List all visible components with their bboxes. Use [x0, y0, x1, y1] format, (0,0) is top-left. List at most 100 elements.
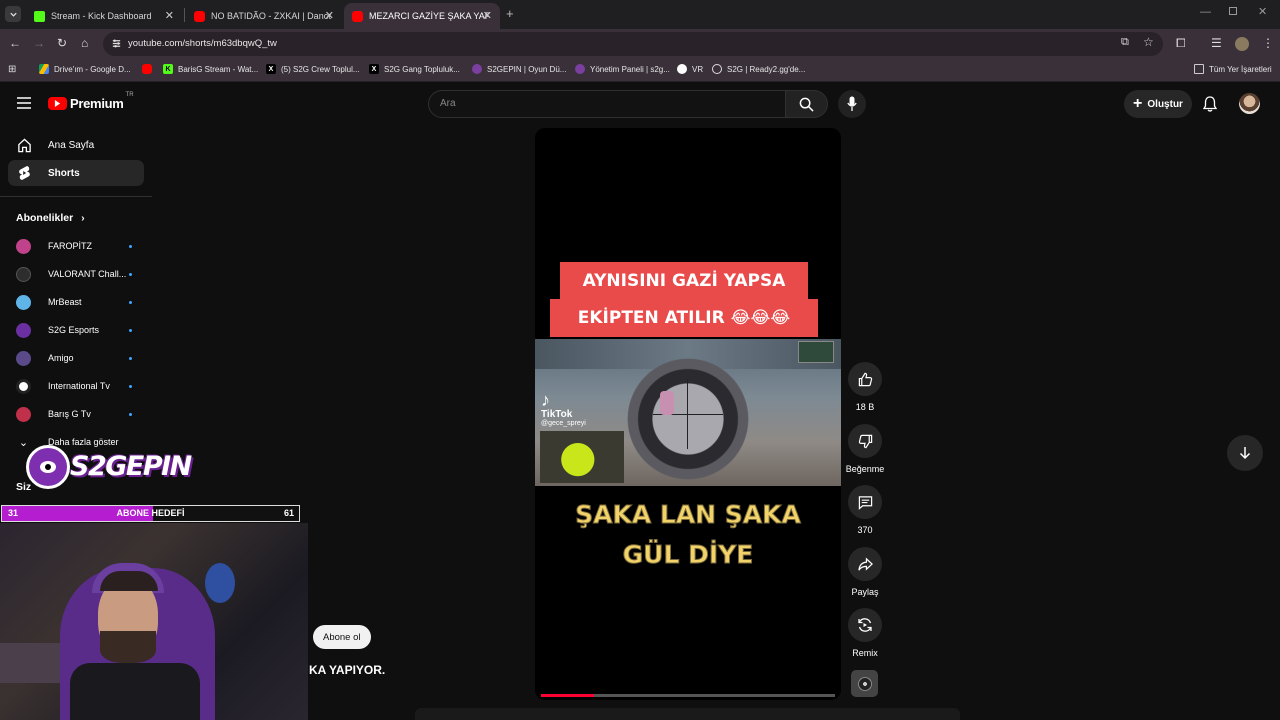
remix-icon: [848, 608, 882, 642]
reading-list-icon[interactable]: ☰: [1211, 36, 1222, 50]
next-short-button[interactable]: [1227, 435, 1263, 471]
video-progress-track[interactable]: [541, 694, 835, 697]
youtube-icon: [194, 10, 205, 22]
drive-icon: [39, 64, 49, 74]
minimize-icon[interactable]: —: [1200, 6, 1211, 18]
facecam-inset: [540, 431, 624, 483]
bookmark-drive[interactable]: Drive'ım - Google D...: [39, 64, 131, 74]
new-tab-button[interactable]: +: [506, 6, 514, 21]
vr-icon: [677, 64, 687, 74]
close-window-icon[interactable]: ✕: [1258, 5, 1267, 18]
bookmark-s2gepin[interactable]: S2GEPIN | Oyun Dü...: [472, 64, 566, 74]
s2g-icon: [575, 64, 585, 74]
back-icon[interactable]: ←: [9, 36, 21, 50]
home-browser-icon[interactable]: ⌂: [81, 36, 88, 50]
channel-avatar: [16, 350, 31, 366]
short-title: KA YAPIYOR.: [309, 663, 386, 677]
sidebar-sub-baris-g-tv[interactable]: Barış G Tv: [16, 404, 136, 424]
site-info-icon[interactable]: [111, 38, 122, 49]
close-icon[interactable]: ✕: [325, 9, 334, 22]
browser-tab-bar: Stream - Kick Dashboard ✕ NO BATIDÃO - Z…: [0, 0, 1280, 29]
create-button[interactable]: + Oluştur: [1124, 90, 1192, 118]
comments-button[interactable]: 370: [848, 485, 882, 535]
webcam-beard: [100, 631, 156, 663]
audio-track-thumbnail[interactable]: [851, 670, 878, 697]
reload-icon[interactable]: ↻: [57, 36, 67, 50]
bookmark-yonetim-paneli[interactable]: Yönetim Paneli | s2g...: [575, 64, 670, 74]
like-button[interactable]: 18 B: [848, 362, 882, 412]
tab-kick-dashboard[interactable]: Stream - Kick Dashboard ✕: [26, 3, 182, 29]
restore-icon[interactable]: [1229, 7, 1237, 15]
share-button[interactable]: Paylaş: [848, 547, 882, 597]
dislike-button[interactable]: Beğenme: [843, 424, 887, 474]
url-text: youtube.com/shorts/m63dbqwQ_tw: [128, 38, 277, 49]
bookmark-s2g-crew[interactable]: X (5) S2G Crew Toplul...: [266, 64, 360, 74]
voice-search-button[interactable]: [838, 90, 866, 118]
subscribe-button[interactable]: Abone ol: [313, 625, 371, 649]
notifications-bell-icon[interactable]: [1203, 96, 1217, 112]
bookmark-s2g-gang[interactable]: X S2G Gang Topluluk...: [369, 64, 460, 74]
apps-grid-icon[interactable]: ⊞: [8, 64, 16, 75]
subscriptions-header[interactable]: Abonelikler ›: [16, 212, 85, 224]
youtube-logo[interactable]: Premium TR: [48, 92, 134, 111]
s2g-icon: [472, 64, 482, 74]
account-avatar[interactable]: [1239, 93, 1260, 114]
extensions-icon[interactable]: ⧠: [1176, 36, 1186, 51]
channel-avatar: [16, 378, 31, 394]
channel-avatar: [16, 238, 31, 254]
bookmark-ready2gg[interactable]: S2G | Ready2.gg'de...: [712, 64, 805, 74]
bookmark-star-icon[interactable]: ☆: [1143, 35, 1154, 49]
search-button[interactable]: [786, 90, 828, 118]
comment-icon: [848, 485, 882, 519]
sidebar-sub-amigo[interactable]: Amigo: [16, 348, 136, 368]
sidebar-item-home[interactable]: Ana Sayfa: [8, 132, 144, 158]
youtube-header: Premium TR Ara + Oluştur: [0, 84, 1280, 124]
home-icon: [16, 137, 32, 153]
sidebar-sub-mrbeast[interactable]: MrBeast: [16, 292, 136, 312]
subscriber-goal-bar: 31 ABONE HEDEFİ 61: [1, 505, 300, 522]
search-input[interactable]: Ara: [428, 90, 786, 118]
bookmark-barisg-stream[interactable]: K BarisG Stream - Wat...: [163, 64, 258, 74]
sidebar-sub-faropitz[interactable]: FAROPİTZ: [16, 236, 136, 256]
webcam-light: [205, 563, 235, 603]
s2gepin-emblem-icon: [26, 445, 70, 489]
new-content-dot: [129, 272, 132, 276]
tab-search-button[interactable]: [5, 6, 21, 22]
scope-reticle: [608, 354, 768, 484]
webcam-shirt: [70, 663, 200, 720]
sidebar-sub-s2g-esports[interactable]: S2G Esports: [16, 320, 136, 340]
address-bar[interactable]: youtube.com/shorts/m63dbqwQ_tw ⧉ ☆: [103, 32, 1163, 56]
bookmark-vr[interactable]: VR: [677, 64, 703, 74]
all-bookmarks-button[interactable]: Tüm Yer İşaretleri: [1194, 64, 1272, 74]
streamer-webcam: [0, 523, 308, 720]
tiktok-icon: ♪: [541, 390, 550, 410]
forward-icon[interactable]: →: [33, 36, 45, 50]
sidebar-sub-international-tv[interactable]: International Tv: [16, 376, 136, 396]
channel-avatar: [16, 406, 31, 422]
channel-avatar: [16, 266, 31, 282]
close-icon[interactable]: ✕: [165, 9, 174, 22]
hamburger-menu-icon[interactable]: [17, 97, 31, 109]
enemy-player: [660, 391, 674, 415]
profile-avatar[interactable]: [1235, 37, 1249, 51]
sidebar-sub-valorant[interactable]: VALORANT Chall...: [16, 264, 136, 284]
tab-mezarci-gazi[interactable]: MEZARCI GAZİYE ŞAKA YAPIYO ✕: [344, 3, 500, 29]
browser-toolbar: ← → ↻ ⌂ youtube.com/shorts/m63dbqwQ_tw ⧉…: [0, 29, 1280, 59]
channel-avatar: [16, 322, 31, 338]
new-content-dot: [129, 356, 132, 360]
remix-button[interactable]: Remix: [848, 608, 882, 658]
install-app-icon[interactable]: ⧉: [1121, 36, 1129, 49]
youtube-icon: [142, 64, 152, 74]
tab-no-batidao[interactable]: NO BATIDÃO - ZXKAI | Dance c ✕: [186, 3, 342, 29]
channel-avatar: [16, 294, 31, 310]
globe-icon: [712, 64, 722, 74]
shorts-video-player[interactable]: AYNISINI GAZİ YAPSA EKİPTEN ATILIR 😂😂😂 ♪…: [535, 128, 841, 700]
youtube-icon: [352, 10, 363, 22]
x-icon: X: [369, 64, 379, 74]
chevron-down-icon: [9, 12, 17, 17]
sidebar-item-shorts[interactable]: Shorts: [8, 160, 144, 186]
folder-icon: [1194, 64, 1204, 74]
more-menu-icon[interactable]: ⋮: [1262, 36, 1274, 50]
close-icon[interactable]: ✕: [483, 9, 492, 22]
bookmark-youtube[interactable]: [142, 64, 157, 74]
